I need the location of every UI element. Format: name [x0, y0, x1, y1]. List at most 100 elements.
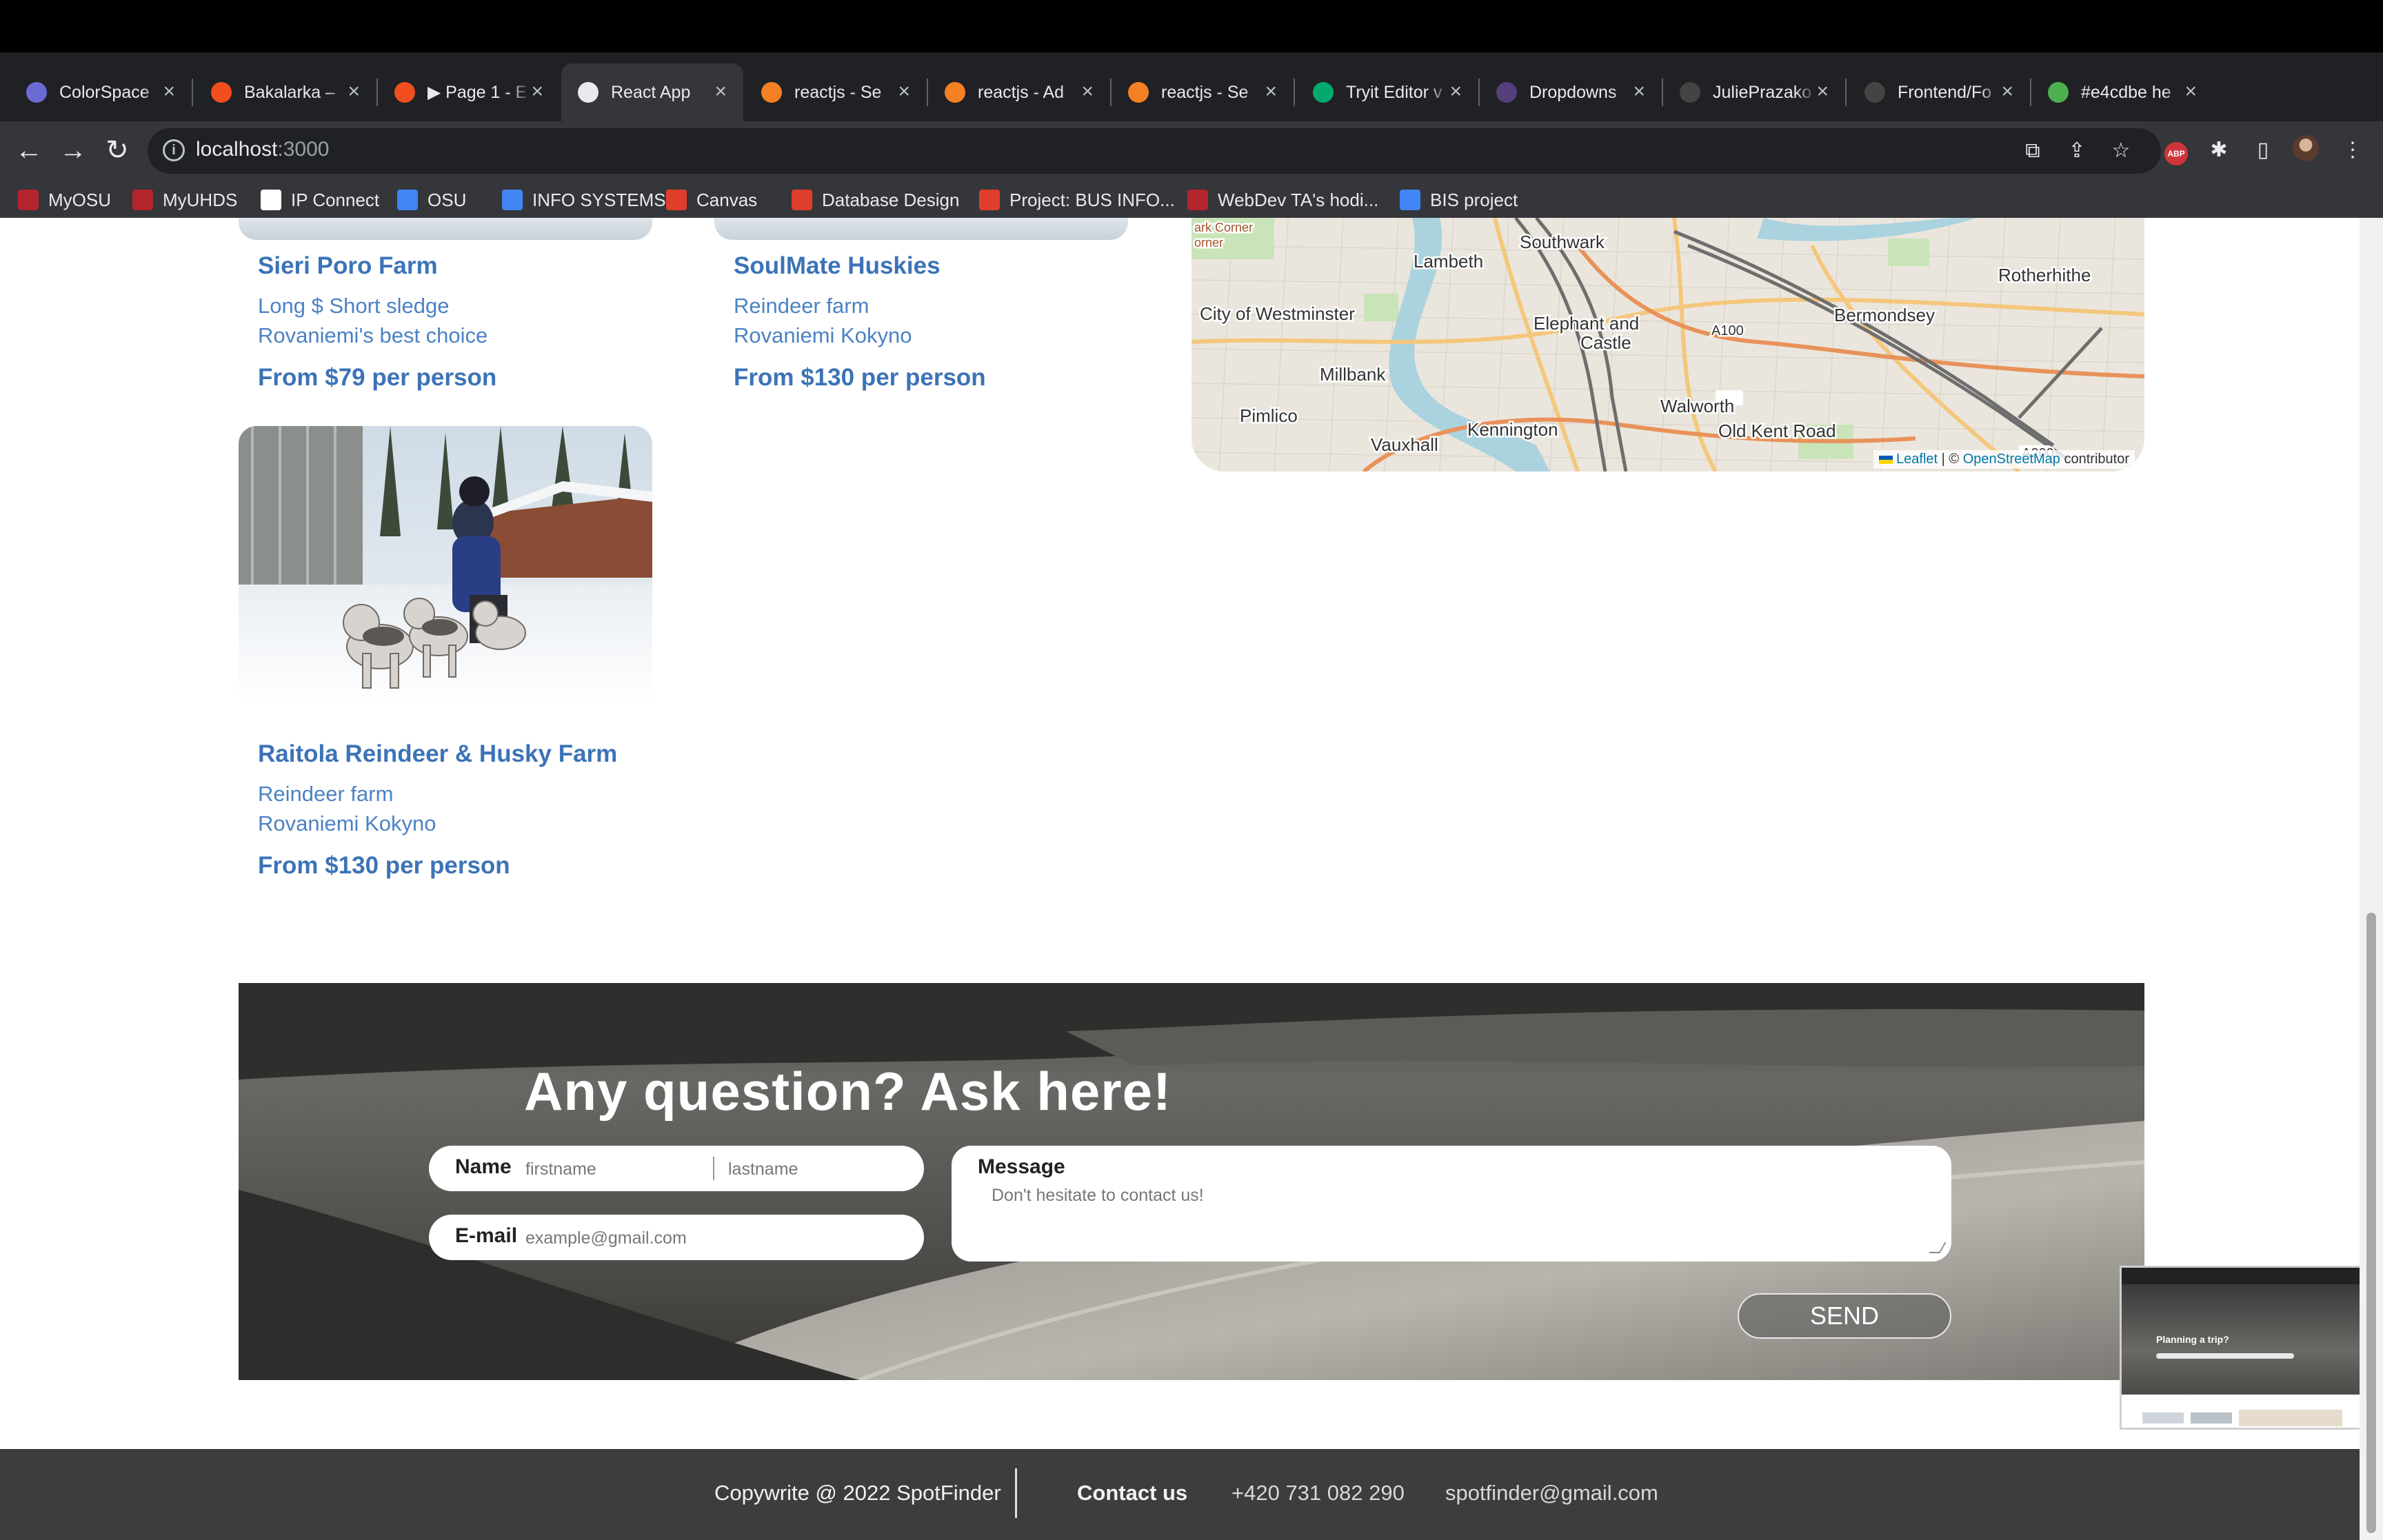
- bookmark-item[interactable]: Project: BUS INFO...: [979, 186, 1175, 214]
- bookmark-item[interactable]: MyUHDS: [132, 186, 237, 214]
- bookmark-item[interactable]: IP Connect: [261, 186, 379, 214]
- listing-type: Reindeer farm: [734, 294, 869, 318]
- leaflet-link[interactable]: Leaflet: [1896, 452, 1938, 467]
- bookmark-item[interactable]: INFO SYSTEMS: [502, 186, 666, 214]
- bookmark-label: Project: BUS INFO...: [1009, 189, 1175, 210]
- tab-close-icon[interactable]: ×: [898, 81, 910, 102]
- tab-favicon-icon: [211, 82, 232, 103]
- email-field[interactable]: E-mail example@gmail.com: [429, 1215, 924, 1260]
- tab-favicon-icon: [1313, 82, 1334, 103]
- map-label: Castle: [1580, 332, 1631, 353]
- resize-handle-icon[interactable]: [1929, 1242, 1947, 1253]
- map-label: Rotherhithe: [1998, 265, 2091, 285]
- menu-kebab-icon[interactable]: ⋮: [2337, 135, 2368, 165]
- tab-close-icon[interactable]: ×: [1081, 81, 1094, 102]
- share-icon[interactable]: ⇪: [2062, 136, 2092, 166]
- listing-image[interactable]: [239, 218, 652, 240]
- browser-tab[interactable]: Tryit Editor v ×: [1296, 63, 1478, 121]
- bookmark-item[interactable]: WebDev TA's hodi...: [1187, 186, 1378, 214]
- bookmark-icon: [261, 190, 281, 210]
- name-label: Name: [455, 1155, 512, 1178]
- footer-email[interactable]: spotfinder@gmail.com: [1445, 1481, 1658, 1506]
- bookmark-item[interactable]: MyOSU: [18, 186, 111, 214]
- browser-tab[interactable]: reactjs - Se ×: [745, 63, 927, 121]
- bookmark-item[interactable]: OSU: [397, 186, 466, 214]
- tab-favicon-icon: [761, 82, 782, 103]
- firstname-input[interactable]: firstname: [525, 1159, 596, 1179]
- bookmark-label: Database Design: [822, 189, 960, 210]
- browser-tab[interactable]: ColorSpace ×: [10, 63, 192, 121]
- send-button[interactable]: SEND: [1738, 1293, 1951, 1339]
- map-label: Lambeth: [1414, 251, 1483, 272]
- site-info-icon[interactable]: i: [163, 139, 185, 161]
- tab-close-icon[interactable]: ×: [1265, 81, 1277, 102]
- bookmark-icon: [18, 190, 39, 210]
- url-text[interactable]: localhost:3000: [196, 138, 329, 161]
- lastname-input[interactable]: lastname: [728, 1159, 798, 1179]
- listing-subtitle: Rovaniemi Kokyno: [258, 811, 436, 835]
- forward-icon[interactable]: →: [54, 131, 92, 170]
- map-label: Pimlico: [1240, 405, 1298, 426]
- bookmark-icon: [792, 190, 812, 210]
- listing-subtitle: Rovaniemi's best choice: [258, 323, 488, 347]
- browser-tab[interactable]: Frontend/Fo ×: [1848, 63, 2030, 121]
- profile-avatar[interactable]: [2291, 135, 2321, 165]
- browser-tab[interactable]: JuliePrazako ×: [1663, 63, 1845, 121]
- message-field[interactable]: Message Don't hesitate to contact us!: [952, 1146, 1951, 1262]
- extensions-icon[interactable]: ✱: [2204, 135, 2234, 165]
- side-panel-icon[interactable]: ▯: [2248, 135, 2278, 165]
- tab-close-icon[interactable]: ×: [2001, 81, 2013, 102]
- husky-sled-photo[interactable]: [239, 426, 652, 703]
- scrollbar-thumb[interactable]: [2366, 913, 2376, 1533]
- tab-close-icon[interactable]: ×: [1449, 81, 1462, 102]
- browser-tab[interactable]: React App ×: [561, 63, 743, 121]
- browser-tab[interactable]: ▶ Page 1 - E ×: [378, 63, 560, 121]
- translate-icon[interactable]: ⧉: [2018, 136, 2048, 166]
- bookmark-item[interactable]: Database Design: [792, 186, 959, 214]
- browser-tab[interactable]: reactjs - Se ×: [1112, 63, 1294, 121]
- tab-favicon-icon: [578, 82, 599, 103]
- map-label: Millbank: [1320, 364, 1386, 385]
- bookmark-icon: [397, 190, 418, 210]
- address-bar[interactable]: i localhost:3000 ⧉ ⇪ ☆: [148, 128, 2161, 174]
- tab-close-icon[interactable]: ×: [1633, 81, 1645, 102]
- screen: ColorSpace × Bakalarka – × ▶ Page 1 - E × Rea…: [0, 0, 2383, 1540]
- name-field[interactable]: Name firstname lastname: [429, 1146, 924, 1191]
- tab-close-icon[interactable]: ×: [163, 81, 175, 102]
- tab-close-icon[interactable]: ×: [531, 81, 543, 102]
- page-preview-thumbnail[interactable]: Planning a trip?: [2120, 1266, 2364, 1430]
- bookmark-item[interactable]: Canvas: [666, 186, 757, 214]
- listing-image[interactable]: [714, 218, 1128, 240]
- tab-title: reactjs - Se: [794, 82, 882, 102]
- listing-title[interactable]: SoulMate Huskies: [734, 252, 941, 280]
- listing-title[interactable]: Sieri Poro Farm: [258, 252, 438, 280]
- tab-close-icon[interactable]: ×: [2184, 81, 2197, 102]
- browser-tab[interactable]: reactjs - Ad ×: [928, 63, 1110, 121]
- tab-favicon-icon: [1864, 82, 1885, 103]
- email-input[interactable]: example@gmail.com: [525, 1228, 687, 1248]
- page-scrollbar[interactable]: [2360, 218, 2383, 1540]
- bookmark-item[interactable]: BIS project: [1400, 186, 1518, 214]
- tab-close-icon[interactable]: ×: [714, 81, 727, 102]
- message-textarea[interactable]: Don't hesitate to contact us!: [992, 1186, 1204, 1206]
- map-label: ark Corner: [1194, 221, 1253, 234]
- attribution-tail: contributor: [2060, 452, 2129, 467]
- listing-price: From $79 per person: [258, 364, 497, 391]
- listing-title[interactable]: Raitola Reindeer & Husky Farm: [258, 740, 617, 768]
- email-label: E-mail: [455, 1224, 518, 1247]
- adblock-icon[interactable]: ABP: [2161, 135, 2191, 165]
- footer-phone[interactable]: +420 731 082 290: [1231, 1481, 1405, 1506]
- tab-close-icon[interactable]: ×: [1816, 81, 1829, 102]
- map[interactable]: ark Corner orner Southwark Lambeth Rothe…: [1192, 218, 2144, 472]
- bookmark-star-icon[interactable]: ☆: [2106, 136, 2136, 166]
- browser-tab[interactable]: Dropdowns ×: [1480, 63, 1662, 121]
- browser-tab[interactable]: Bakalarka – ×: [194, 63, 376, 121]
- browser-tab[interactable]: #e4cdbe he ×: [2031, 63, 2213, 121]
- map-label: City of Westminster: [1200, 303, 1355, 324]
- reload-icon[interactable]: ↻: [98, 131, 137, 170]
- osm-link[interactable]: OpenStreetMap: [1963, 452, 2060, 467]
- tab-title: ▶ Page 1 - E: [428, 83, 527, 102]
- back-icon[interactable]: ←: [10, 131, 48, 170]
- map-tiles[interactable]: ark Corner orner Southwark Lambeth Rothe…: [1192, 218, 2144, 472]
- tab-close-icon[interactable]: ×: [348, 81, 360, 102]
